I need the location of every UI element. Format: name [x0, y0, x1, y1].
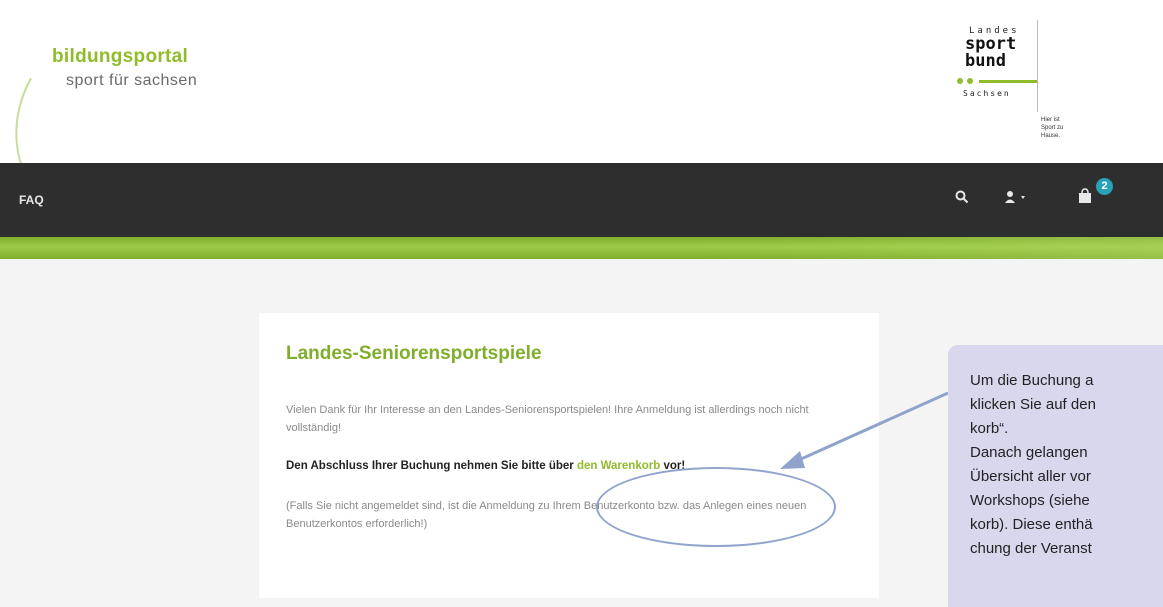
- callout-line: klicken Sie auf den: [970, 396, 1096, 413]
- callout-line: korb). Diese enthä: [970, 516, 1093, 533]
- callout-line: korb“.: [970, 420, 1009, 437]
- annotation-callout: Um die Buchung a klicken Sie auf den kor…: [948, 345, 1163, 607]
- callout-line: chung der Veranst: [970, 540, 1092, 557]
- callout-line: Um die Buchung a: [970, 372, 1094, 389]
- callout-text: Um die Buchung a klicken Sie auf den kor…: [970, 369, 1163, 561]
- callout-line: Workshops (siehe: [970, 492, 1090, 509]
- callout-line: Danach gelangen: [970, 444, 1088, 461]
- callout-line: Übersicht aller vor: [970, 468, 1091, 485]
